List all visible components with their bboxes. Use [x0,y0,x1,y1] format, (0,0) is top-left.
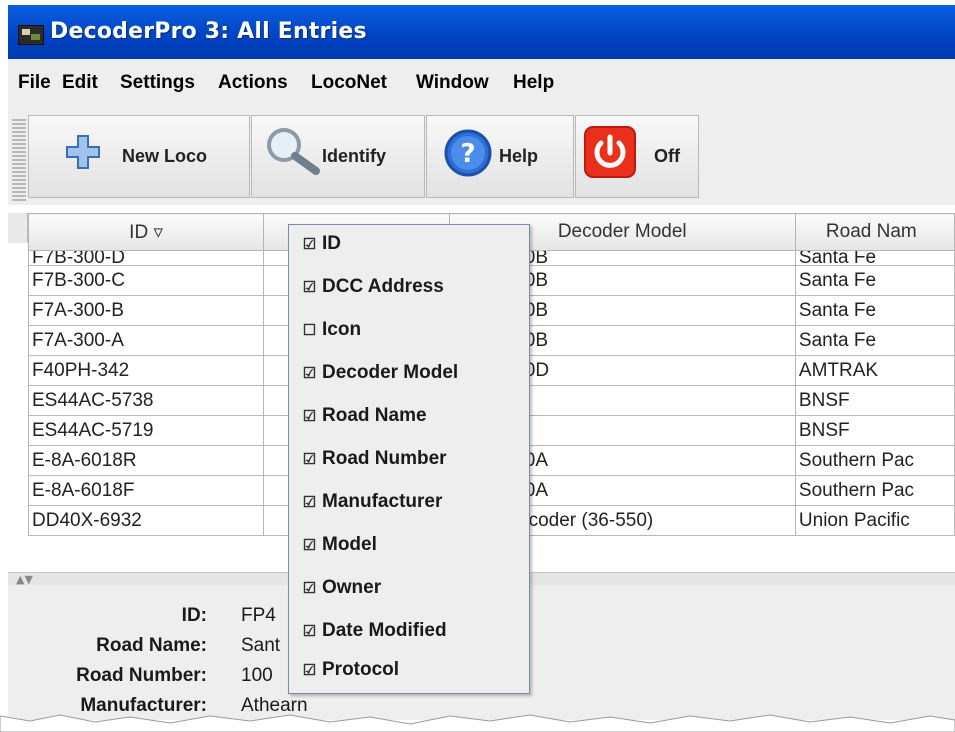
checkbox-icon: ☑ [302,451,317,468]
table-cell: BNSF [794,385,955,416]
menu-item-manufacturer[interactable]: ☑ Manufacturer [302,487,443,517]
detail-label-id: ID: [181,605,207,626]
checkbox-icon: ☑ [302,408,317,425]
detail-value-road-number: 100 [241,665,273,686]
identify-button[interactable]: Identify [251,115,425,198]
table-cell: Santa Fe [794,265,955,296]
menu-item-label: ID [322,233,341,254]
menu-item-road-number[interactable]: ☑ Road Number [302,444,447,474]
table-cell: AMTRAK [794,355,955,386]
column-header-road-name[interactable]: Road Nam [794,213,955,251]
app-icon [18,25,44,45]
menu-settings[interactable]: Settings [120,72,195,94]
window-title: DecoderPro 3: All Entries [50,19,367,44]
identify-label: Identify [322,146,387,166]
table-cell: BNSF [794,415,955,446]
title-bar[interactable]: DecoderPro 3: All Entries [8,5,955,59]
checkbox-icon: ☑ [302,494,317,511]
detail-label-road-name: Road Name: [96,635,207,656]
table-cell: F40PH-342 [27,355,265,386]
table-cell: ES44AC-5719 [27,415,265,446]
power-off-button[interactable]: Off [575,115,699,198]
menu-item-date-modified[interactable]: ☑ Date Modified [302,616,447,646]
menu-loconet[interactable]: LocoNet [311,72,387,94]
checkbox-icon: ☑ [302,662,317,679]
checkbox-icon: ☐ [302,322,317,339]
menu-item-label: Road Name [322,405,427,426]
power-icon [584,126,636,178]
checkbox-icon: ☑ [302,236,317,253]
detail-value-road-name: Sant [241,635,281,656]
menu-item-icon[interactable]: ☐ Icon [302,315,361,345]
menu-item-label: Model [322,534,377,555]
table-cell: F7B-300-C [27,265,265,296]
column-header-id[interactable]: ID ▿ [27,213,265,251]
table-corner[interactable] [8,213,28,243]
menu-item-label: Date Modified [322,620,447,641]
table-cell: F7B-300-D [27,250,265,266]
menu-item-label: Icon [322,319,362,340]
table-cell: Union Pacific [794,505,955,536]
menu-item-label: Manufacturer [322,491,443,512]
detail-value-id: FP4 [241,605,276,626]
toolbar: New Loco Identify ? Help Off [8,105,955,206]
table-cell: ES44AC-5738 [27,385,265,416]
menu-item-label: Road Number [322,448,447,469]
table-cell: F7A-300-B [27,295,265,326]
table-cell: Santa Fe [794,250,955,266]
checkbox-icon: ☑ [302,580,317,597]
off-label: Off [654,146,680,166]
checkbox-icon: ☑ [302,365,317,382]
plus-icon [66,135,100,169]
help-icon: ? [444,129,492,177]
checkbox-icon: ☑ [302,623,317,640]
toolbar-grip[interactable] [12,119,26,201]
checkbox-icon: ☑ [302,279,317,296]
help-button[interactable]: ? Help [426,115,574,198]
menu-file[interactable]: File [18,72,51,94]
checkbox-icon: ☑ [302,537,317,554]
menu-item-label: Protocol [322,659,400,680]
table-cell: Santa Fe [794,295,955,326]
menu-item-label: DCC Address [322,276,444,297]
torn-edge-decoration [0,714,955,732]
help-label: Help [499,146,539,166]
detail-label-road-number: Road Number: [76,665,207,686]
table-cell: Southern Pac [794,445,955,476]
menu-window[interactable]: Window [416,72,489,94]
menu-bar: File Edit Settings Actions LocoNet Windo… [8,59,955,105]
menu-help[interactable]: Help [513,72,554,94]
menu-item-protocol[interactable]: ☑ Protocol [302,655,399,685]
menu-item-id[interactable]: ☑ ID [302,229,341,259]
new-loco-label: New Loco [122,146,208,166]
table-cell: DD40X-6932 [27,505,265,536]
table-cell: E-8A-6018F [27,475,265,506]
menu-actions[interactable]: Actions [218,72,288,94]
menu-item-owner[interactable]: ☑ Owner [302,573,381,603]
menu-item-dcc-address[interactable]: ☑ DCC Address [302,272,444,302]
menu-item-model[interactable]: ☑ Model [302,530,377,560]
menu-item-label: Decoder Model [322,362,459,383]
svg-text:?: ? [460,139,475,169]
table-cell: Santa Fe [794,325,955,356]
menu-item-road-name[interactable]: ☑ Road Name [302,401,427,431]
new-loco-button[interactable]: New Loco [28,115,250,198]
table-cell: Southern Pac [794,475,955,506]
table-cell: F7A-300-A [27,325,265,356]
menu-edit[interactable]: Edit [62,72,98,94]
menu-item-label: Owner [322,577,382,598]
magnifier-icon [267,128,320,175]
menu-item-decoder-model[interactable]: ☑ Decoder Model [302,358,458,388]
column-visibility-menu: ☑ ID ☑ DCC Address ☐ Icon ☑ Decoder Model ☑ R… [288,224,530,694]
table-cell: E-8A-6018R [27,445,265,476]
